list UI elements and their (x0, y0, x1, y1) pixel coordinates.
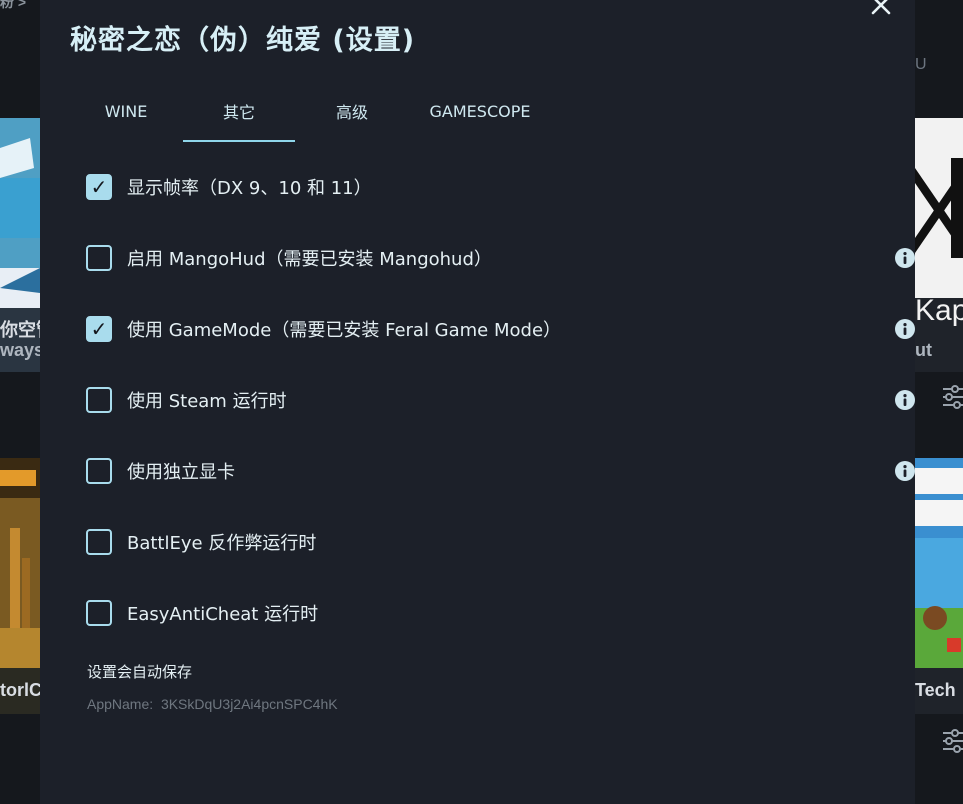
game-title-fragment: ut (915, 340, 932, 360)
tab-gamescope[interactable]: GAMESCOPE (410, 80, 550, 142)
discrete-gpu-checkbox[interactable] (86, 458, 112, 484)
tab-advanced[interactable]: 高级 (296, 80, 408, 142)
option-label: BattlEye 反作弊运行时 (127, 533, 317, 554)
game-card-right-bottom[interactable]: Tech (915, 458, 963, 714)
game-title-fragment: Tech (915, 680, 956, 700)
game-cover-art (915, 458, 963, 668)
option-gamemode: ✓ 使用 GameMode（需要已安装 Feral Game Mode） (86, 313, 915, 345)
mangohud-checkbox[interactable] (86, 245, 112, 271)
info-icon[interactable] (895, 461, 915, 481)
autosave-note: 设置会自动保存 (87, 663, 193, 681)
option-label: 使用独立显卡 (127, 462, 235, 483)
info-icon[interactable] (895, 248, 915, 268)
tab-wine[interactable]: WINE (70, 80, 182, 142)
option-easyanticheat: EasyAntiCheat 运行时 (86, 597, 886, 629)
option-battleye: BattlEye 反作弊运行时 (86, 526, 886, 558)
header-fragment: U (915, 56, 927, 73)
show-fps-checkbox[interactable]: ✓ (86, 174, 112, 200)
breadcrumb-fragment: 粉 > (0, 0, 27, 10)
game-title-fragment: 你空管 (0, 320, 40, 340)
option-label: 使用 GameMode（需要已安装 Feral Game Mode） (127, 320, 562, 341)
game-cover-art (915, 118, 963, 298)
game-card-left-top[interactable]: 你空管 ways (0, 118, 40, 372)
game-card-left-bottom[interactable]: torlC (0, 458, 40, 714)
checkmark-icon: ✓ (90, 175, 108, 199)
game-title-fragment: ways (0, 340, 40, 360)
settings-dialog: 秘密之恋（伪）纯爱 (设置) WINE 其它 高级 GAMESCOPE ✓ 显示… (40, 0, 915, 804)
option-discrete-gpu: 使用独立显卡 (86, 455, 915, 487)
option-mangohud: 启用 MangoHud（需要已安装 Mangohud） (86, 242, 915, 274)
settings-tabs: WINE 其它 高级 GAMESCOPE (70, 80, 850, 142)
option-steam-runtime: 使用 Steam 运行时 (86, 384, 915, 416)
page: 粉 > U 你空管 ways torlC (0, 0, 963, 804)
option-label: 启用 MangoHud（需要已安装 Mangohud） (127, 249, 492, 270)
checkmark-icon: ✓ (90, 317, 108, 341)
app-name: AppName: 3KSkDqU3j2Ai4pcnSPC4hK (87, 696, 338, 712)
sliders-icon[interactable] (943, 384, 963, 410)
gamemode-checkbox[interactable]: ✓ (86, 316, 112, 342)
game-cover-art (0, 458, 40, 668)
game-title-fragment: Kap (915, 294, 963, 327)
option-label: 显示帧率（DX 9、10 和 11） (127, 178, 372, 199)
info-icon[interactable] (895, 390, 915, 410)
sliders-icon[interactable] (943, 728, 963, 754)
app-name-label: AppName: (87, 696, 154, 712)
close-icon[interactable] (868, 0, 894, 18)
game-title-fragment: torlC (0, 680, 40, 700)
game-cover-art (0, 118, 40, 308)
option-show-fps: ✓ 显示帧率（DX 9、10 和 11） (86, 171, 886, 203)
option-label: 使用 Steam 运行时 (127, 391, 287, 412)
battleye-checkbox[interactable] (86, 529, 112, 555)
app-name-value: 3KSkDqU3j2Ai4pcnSPC4hK (160, 696, 338, 712)
dialog-title: 秘密之恋（伪）纯爱 (设置) (70, 25, 416, 56)
info-icon[interactable] (895, 319, 915, 339)
steam-runtime-checkbox[interactable] (86, 387, 112, 413)
easyanticheat-checkbox[interactable] (86, 600, 112, 626)
tab-other[interactable]: 其它 (183, 80, 295, 142)
game-card-right-top[interactable]: Kap ut (915, 118, 963, 372)
option-label: EasyAntiCheat 运行时 (127, 604, 319, 625)
